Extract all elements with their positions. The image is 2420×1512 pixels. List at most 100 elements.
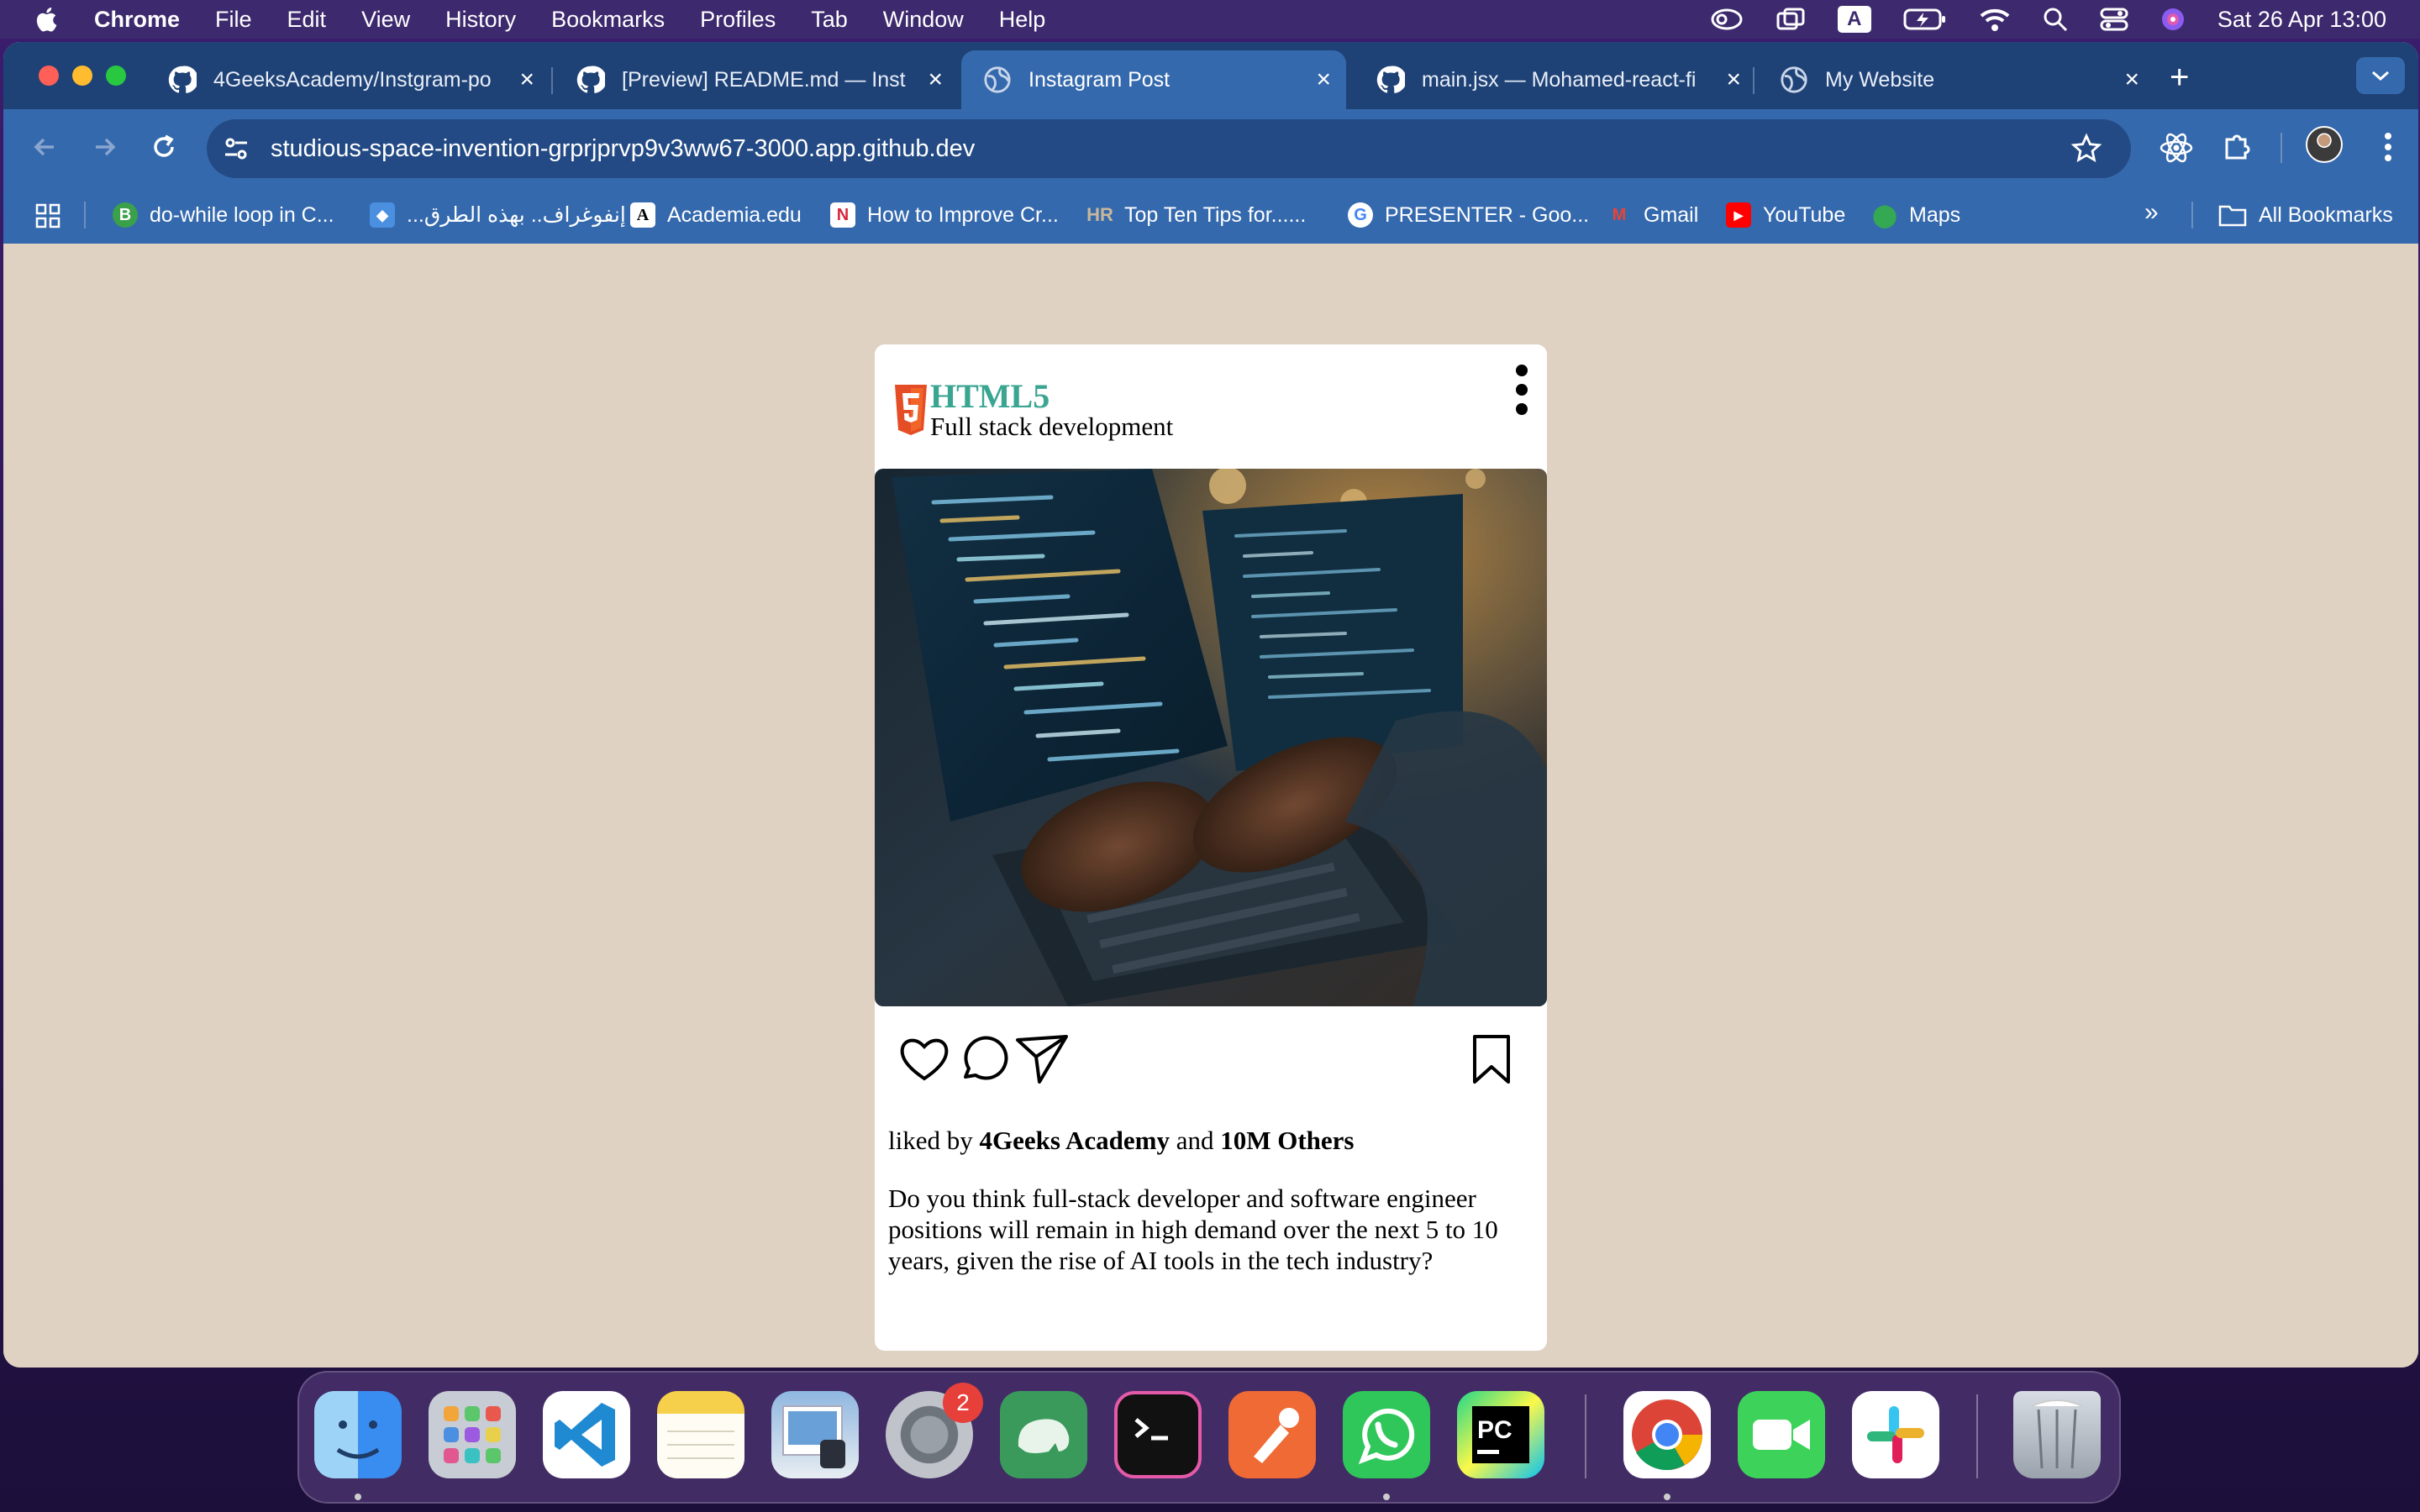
forward-button[interactable]: [86, 128, 124, 166]
finder-icon[interactable]: [314, 1391, 402, 1478]
wifi-icon[interactable]: [1979, 7, 2011, 32]
bookmarks-separator: [84, 202, 86, 228]
bookmark-label: do-while loop in C...: [150, 202, 334, 227]
bookmark-maps[interactable]: ⬤ Maps: [1872, 198, 1960, 232]
bookmark-youtube[interactable]: ▶ YouTube: [1726, 198, 1845, 232]
tab-close-icon[interactable]: ×: [1316, 67, 1331, 92]
more-options-icon[interactable]: [1512, 365, 1532, 417]
bookmark-improve[interactable]: N How to Improve Cr...: [830, 198, 1059, 232]
notification-badge: 2: [943, 1383, 983, 1423]
launchpad-icon[interactable]: [429, 1391, 516, 1478]
menu-profiles[interactable]: Profiles: [700, 7, 776, 33]
tab-readme-preview[interactable]: [Preview] README.md — Inst ×: [555, 50, 958, 109]
chrome-icon[interactable]: [1623, 1391, 1711, 1478]
menu-bookmarks[interactable]: Bookmarks: [551, 7, 665, 33]
menu-edit[interactable]: Edit: [287, 7, 327, 33]
notes-icon[interactable]: [657, 1391, 744, 1478]
siri-icon[interactable]: [2160, 7, 2186, 32]
page-viewport: HTML5 Full stack development liked by 4G…: [3, 244, 2418, 1368]
bookmark-infographic[interactable]: ◆ إنفوغراف.. بهذه الطرق...: [370, 198, 626, 232]
comment-bubble-icon[interactable]: [957, 1033, 1009, 1085]
running-indicator: [1664, 1494, 1670, 1500]
tab-close-icon[interactable]: ×: [928, 67, 943, 92]
battery-icon[interactable]: [1903, 8, 1947, 31]
close-window-button[interactable]: [39, 66, 59, 86]
tab-close-icon[interactable]: ×: [519, 67, 534, 92]
dbngin-icon[interactable]: [1000, 1391, 1087, 1478]
tab-instagram-post[interactable]: Instagram Post ×: [961, 50, 1346, 109]
bookmark-label: Top Ten Tips for......: [1124, 202, 1307, 227]
hr-icon: HR: [1086, 204, 1113, 225]
tab-my-website[interactable]: My Website ×: [1758, 50, 2154, 109]
profile-avatar[interactable]: [2306, 126, 2343, 163]
menu-app-chrome[interactable]: Chrome: [94, 7, 180, 33]
react-devtools-icon[interactable]: [2156, 128, 2196, 168]
menu-history[interactable]: History: [445, 7, 516, 33]
globe-icon: [1781, 66, 1807, 93]
bookmark-presenter[interactable]: G PRESENTER - Goo...: [1348, 198, 1589, 232]
bookmark-gmail[interactable]: M Gmail: [1607, 198, 1699, 232]
tab-instgram-repo[interactable]: 4GeeksAcademy/Instgram-po ×: [146, 50, 550, 109]
tab-main-jsx[interactable]: main.jsx — Mohamed-react-fi ×: [1355, 50, 1756, 109]
url-text[interactable]: studious-space-invention-grprjprvp9v3ww6…: [271, 135, 975, 163]
like-heart-icon[interactable]: [898, 1033, 950, 1084]
creative-cloud-icon[interactable]: [1710, 7, 1744, 32]
pycharm-icon[interactable]: PC: [1457, 1391, 1544, 1478]
slack-icon[interactable]: [1852, 1391, 1939, 1478]
share-send-icon[interactable]: [1014, 1033, 1070, 1085]
bookmark-academia[interactable]: A Academia.edu: [630, 198, 802, 232]
tab-search-button[interactable]: [2356, 57, 2405, 94]
bookmark-top-ten[interactable]: HR Top Ten Tips for......: [1086, 198, 1307, 232]
bookmark-label: How to Improve Cr...: [867, 202, 1059, 227]
address-bar[interactable]: studious-space-invention-grprjprvp9v3ww6…: [207, 119, 2131, 178]
spotlight-search-icon[interactable]: [2043, 7, 2068, 32]
menu-help[interactable]: Help: [999, 7, 1046, 33]
apple-icon[interactable]: [34, 5, 62, 34]
menu-bar: Chrome File Edit View History Bookmarks …: [0, 0, 2420, 39]
preview-icon[interactable]: [771, 1391, 859, 1478]
liked-by-user[interactable]: 4Geeks Academy: [980, 1126, 1170, 1155]
browser-window: 4GeeksAcademy/Instgram-po × [Preview] RE…: [3, 42, 2418, 1368]
all-bookmarks-button[interactable]: All Bookmarks: [2218, 198, 2393, 232]
facetime-icon[interactable]: [1738, 1391, 1825, 1478]
more-bookmarks-icon[interactable]: »: [2144, 198, 2159, 227]
bookmark-label: PRESENTER - Goo...: [1385, 202, 1590, 227]
chrome-menu-icon[interactable]: [2371, 128, 2405, 166]
likes-others-count[interactable]: 10M Others: [1220, 1126, 1354, 1155]
bookmark-do-while[interactable]: B do-while loop in C...: [113, 198, 334, 232]
instagram-post-card: HTML5 Full stack development liked by 4G…: [875, 344, 1547, 1351]
extensions-icon[interactable]: [2218, 128, 2257, 166]
terminal-icon[interactable]: [1114, 1391, 1202, 1478]
menu-file[interactable]: File: [215, 7, 252, 33]
menu-view[interactable]: View: [361, 7, 410, 33]
whatsapp-icon[interactable]: [1343, 1391, 1430, 1478]
dock: 2 PC: [297, 1371, 2121, 1504]
vscode-icon[interactable]: [543, 1391, 630, 1478]
bookmark-star-icon[interactable]: [2070, 133, 2102, 165]
back-button[interactable]: [27, 128, 66, 166]
toolbar-separator: [2281, 133, 2282, 163]
likes-line: liked by 4Geeks Academy and 10M Others: [888, 1126, 1355, 1156]
control-center-icon[interactable]: [2100, 7, 2128, 32]
postman-icon[interactable]: [1228, 1391, 1316, 1478]
maximize-window-button[interactable]: [106, 66, 126, 86]
post-subtitle: Full stack development: [930, 412, 1174, 441]
tab-close-icon[interactable]: ×: [2124, 67, 2139, 92]
apps-grid-icon[interactable]: [35, 203, 60, 228]
bookmark-save-icon[interactable]: [1470, 1033, 1513, 1085]
tab-title: [Preview] README.md — Inst: [622, 67, 906, 92]
screen-mirroring-icon[interactable]: [1776, 7, 1806, 32]
reload-button[interactable]: [145, 128, 183, 166]
new-tab-button[interactable]: +: [2170, 59, 2189, 97]
trash-icon[interactable]: [2013, 1391, 2101, 1478]
bookmark-label: Maps: [1909, 202, 1961, 227]
minimize-window-button[interactable]: [72, 66, 92, 86]
bookmarks-separator: [2191, 202, 2193, 228]
tab-close-icon[interactable]: ×: [1726, 67, 1741, 92]
input-source-icon[interactable]: A: [1837, 6, 1871, 33]
menu-window[interactable]: Window: [883, 7, 964, 33]
menubar-clock[interactable]: Sat 26 Apr 13:00: [2217, 7, 2386, 33]
menu-tab[interactable]: Tab: [811, 7, 848, 33]
site-info-icon[interactable]: [222, 134, 250, 163]
html5-logo-icon: [895, 385, 927, 435]
